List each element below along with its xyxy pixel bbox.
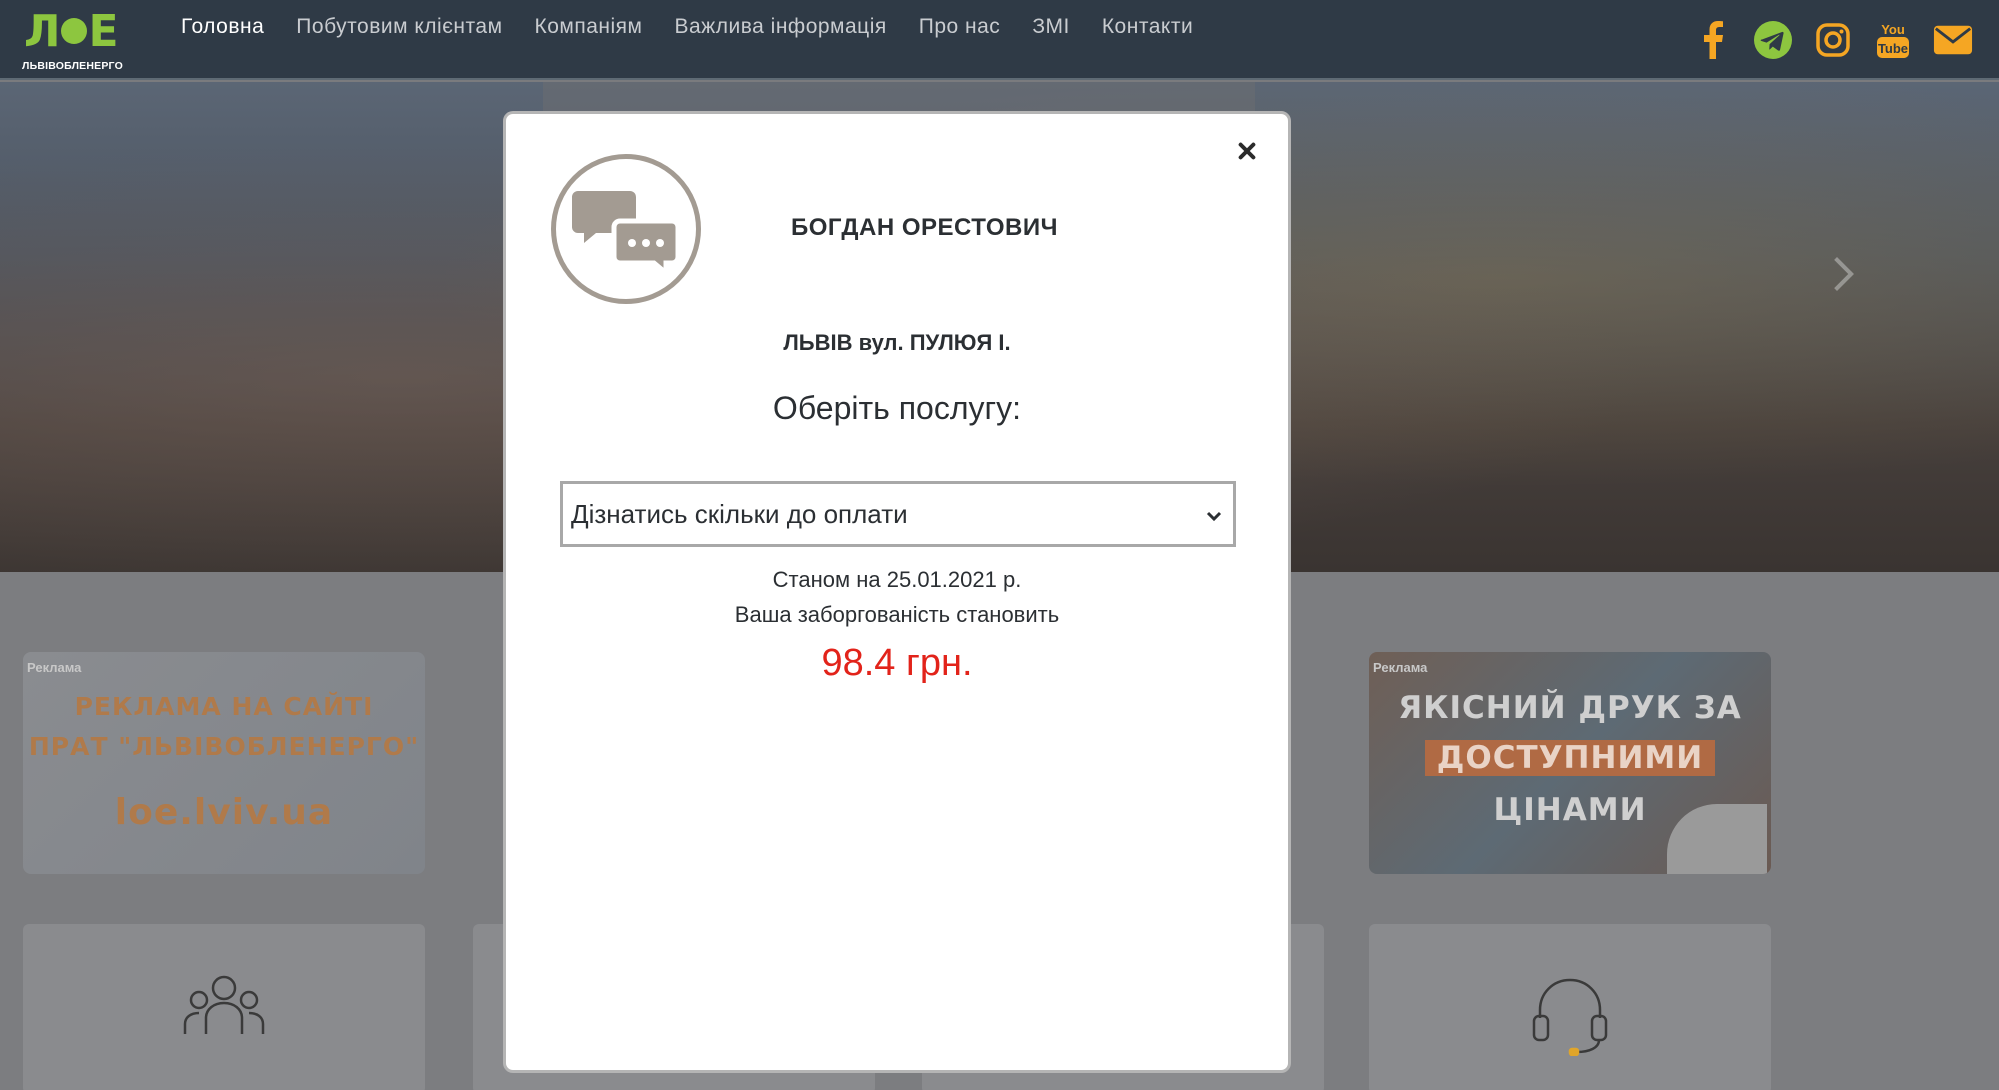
service-card[interactable] <box>23 924 425 1090</box>
close-icon[interactable] <box>1232 136 1262 166</box>
svg-text:Tube: Tube <box>1878 41 1908 56</box>
ad-line: ЯКІСНИЙ ДРУК ЗА <box>1398 690 1742 726</box>
nav-item-residential[interactable]: Побутовим клієнтам <box>296 14 502 40</box>
svg-text:You: You <box>1881 22 1905 37</box>
ad-line: ПРАТ "ЛЬВІВОБЛЕНЕРГО" <box>28 732 420 761</box>
address: ЛЬВІВ вул. ПУЛЮЯ І. <box>783 330 1011 355</box>
site-header: ЛЕ ЛЬВІВОБЛЕНЕРГО Головна Побутовим кліє… <box>0 0 1999 80</box>
ad-url: loe.lviv.ua <box>114 792 334 833</box>
chevron-down-icon <box>1203 503 1225 525</box>
ad-tag: Реклама <box>27 660 82 675</box>
facebook-icon[interactable] <box>1693 20 1733 60</box>
service-title: Оберіть послугу: <box>772 390 1022 426</box>
logo-text: ЛЬВІВОБЛЕНЕРГО <box>22 60 123 72</box>
nav-item-media[interactable]: ЗМІ <box>1032 14 1070 40</box>
instagram-icon[interactable] <box>1813 20 1853 60</box>
service-card[interactable] <box>1369 924 1771 1090</box>
youtube-icon[interactable]: You Tube <box>1873 20 1913 60</box>
telegram-icon[interactable] <box>1753 20 1793 60</box>
logo[interactable]: ЛЕ ЛЬВІВОБЛЕНЕРГО <box>22 6 132 74</box>
family-icon <box>182 972 266 1041</box>
ad-banner-left[interactable]: Реклама РЕКЛАМА НА САЙТІ ПРАТ "ЛЬВІВОБЛЕ… <box>23 652 425 874</box>
ad-line: РЕКЛАМА НА САЙТІ <box>74 692 374 721</box>
user-name: БОГДАН ОРЕСТОВИЧ <box>791 214 1058 241</box>
debt-modal: БОГДАН ОРЕСТОВИЧ ЛЬВІВ вул. ПУЛЮЯ І. Обе… <box>503 111 1291 1073</box>
main-nav: Головна Побутовим клієнтам Компаніям Важ… <box>181 14 1225 40</box>
chat-icon <box>551 154 701 304</box>
as-of-date: Станом на 25.01.2021 р. <box>772 567 1022 592</box>
nav-item-companies[interactable]: Компаніям <box>535 14 643 40</box>
social-links: You Tube <box>1693 20 1973 60</box>
nav-item-about[interactable]: Про нас <box>919 14 1001 40</box>
service-select[interactable]: Дізнатись скільки до оплати <box>560 481 1236 547</box>
ad-line: ДОСТУПНИМИ <box>1369 740 1771 776</box>
headset-icon <box>1528 972 1612 1061</box>
slider-next-arrow[interactable] <box>1820 257 1854 291</box>
ad-banner-right[interactable]: Реклама ЯКІСНИЙ ДРУК ЗА ДОСТУПНИМИ ЦІНАМ… <box>1369 652 1771 874</box>
nav-item-home[interactable]: Головна <box>181 14 264 40</box>
logo-mark: ЛЕ <box>24 6 119 57</box>
nav-item-important-info[interactable]: Важлива інформація <box>675 14 887 40</box>
debt-label: Ваша заборгованість становить <box>734 602 1060 627</box>
nav-item-contacts[interactable]: Контакти <box>1102 14 1193 40</box>
debt-amount: 98.4 грн. <box>821 642 973 684</box>
service-select-value: Дізнатись скільки до оплати <box>571 498 908 529</box>
mail-icon[interactable] <box>1933 20 1973 60</box>
ad-tag: Реклама <box>1373 660 1428 675</box>
